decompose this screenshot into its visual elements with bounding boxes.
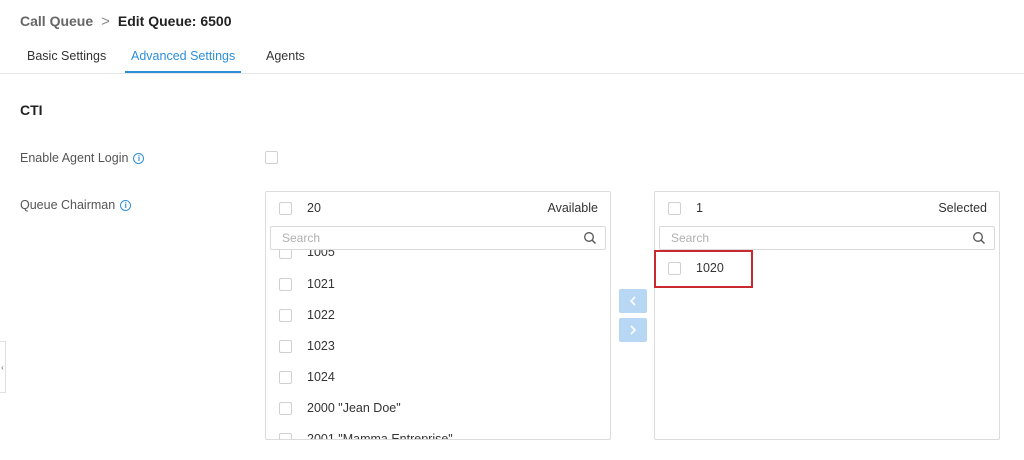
page-title: Edit Queue: 6500 [117, 13, 232, 29]
search-icon[interactable] [583, 231, 597, 245]
tab-agents[interactable]: Agents [266, 40, 305, 73]
available-search-input[interactable] [282, 231, 583, 245]
available-select-all-checkbox[interactable] [279, 201, 292, 215]
list-item-label: 1023 [307, 339, 335, 353]
highlight-box [654, 250, 753, 288]
list-item[interactable]: 2001 "Mamma Entreprise" [279, 431, 453, 440]
breadcrumb-call-queue-link[interactable]: Call Queue [20, 13, 93, 29]
selected-count: 1 [696, 201, 703, 215]
search-icon[interactable] [972, 231, 986, 245]
available-title: Available [547, 201, 598, 215]
list-item[interactable]: 1005 [279, 250, 335, 260]
list-item[interactable]: 2000 "Jean Doe" [279, 400, 401, 416]
list-item-checkbox[interactable] [279, 308, 292, 322]
enable-agent-login-label: Enable Agent Login i [20, 151, 145, 165]
move-left-button[interactable] [619, 289, 647, 313]
breadcrumb: Call Queue > Edit Queue: 6500 [20, 11, 232, 31]
available-panel: 20 Available 1005 1021 1022 1023 1024 [265, 191, 611, 440]
move-right-button[interactable] [619, 318, 647, 342]
list-item-checkbox[interactable] [279, 432, 292, 439]
list-item-label: 1005 [307, 250, 335, 259]
tab-basic-settings[interactable]: Basic Settings [27, 40, 106, 73]
side-collapse-tab[interactable]: ‹ [0, 341, 6, 393]
list-item-label: 2001 "Mamma Entreprise" [307, 432, 453, 440]
list-item[interactable]: 1024 [279, 369, 335, 385]
list-item-checkbox[interactable] [279, 370, 292, 384]
selected-select-all-checkbox[interactable] [668, 201, 681, 215]
tab-divider [0, 73, 1024, 74]
chevron-right-icon [630, 325, 637, 335]
chevron-left-icon [629, 296, 636, 306]
available-count: 20 [307, 201, 321, 215]
available-search [270, 226, 606, 250]
selected-panel-header: 1 Selected [655, 192, 999, 224]
selected-panel: 1 Selected 1020 [654, 191, 1000, 440]
list-item-checkbox[interactable] [279, 339, 292, 353]
enable-agent-login-text: Enable Agent Login [20, 151, 129, 165]
queue-chairman-label: Queue Chairman i [20, 198, 132, 212]
tab-advanced-settings[interactable]: Advanced Settings [124, 40, 242, 73]
list-item[interactable]: 1023 [279, 338, 335, 354]
selected-search-input[interactable] [671, 231, 972, 245]
queue-chairman-text: Queue Chairman [20, 198, 116, 212]
list-item-checkbox[interactable] [279, 250, 292, 259]
available-list[interactable]: 1005 1021 1022 1023 1024 2000 "Jean Doe"… [266, 250, 610, 440]
selected-search [659, 226, 995, 250]
list-item-checkbox[interactable] [279, 277, 292, 291]
enable-agent-login-checkbox[interactable] [265, 151, 278, 164]
available-panel-header: 20 Available [266, 192, 610, 224]
breadcrumb-separator: > [101, 12, 110, 30]
list-item-label: 2000 "Jean Doe" [307, 401, 401, 415]
list-item-checkbox[interactable] [279, 401, 292, 415]
info-icon[interactable]: i [133, 152, 145, 164]
section-title-cti: CTI [20, 102, 43, 118]
list-item[interactable]: 1021 [279, 276, 335, 292]
list-item-label: 1021 [307, 277, 335, 291]
list-item-label: 1024 [307, 370, 335, 384]
list-item[interactable]: 1022 [279, 307, 335, 323]
list-item-label: 1022 [307, 308, 335, 322]
selected-title: Selected [938, 201, 987, 215]
info-icon[interactable]: i [120, 199, 132, 211]
